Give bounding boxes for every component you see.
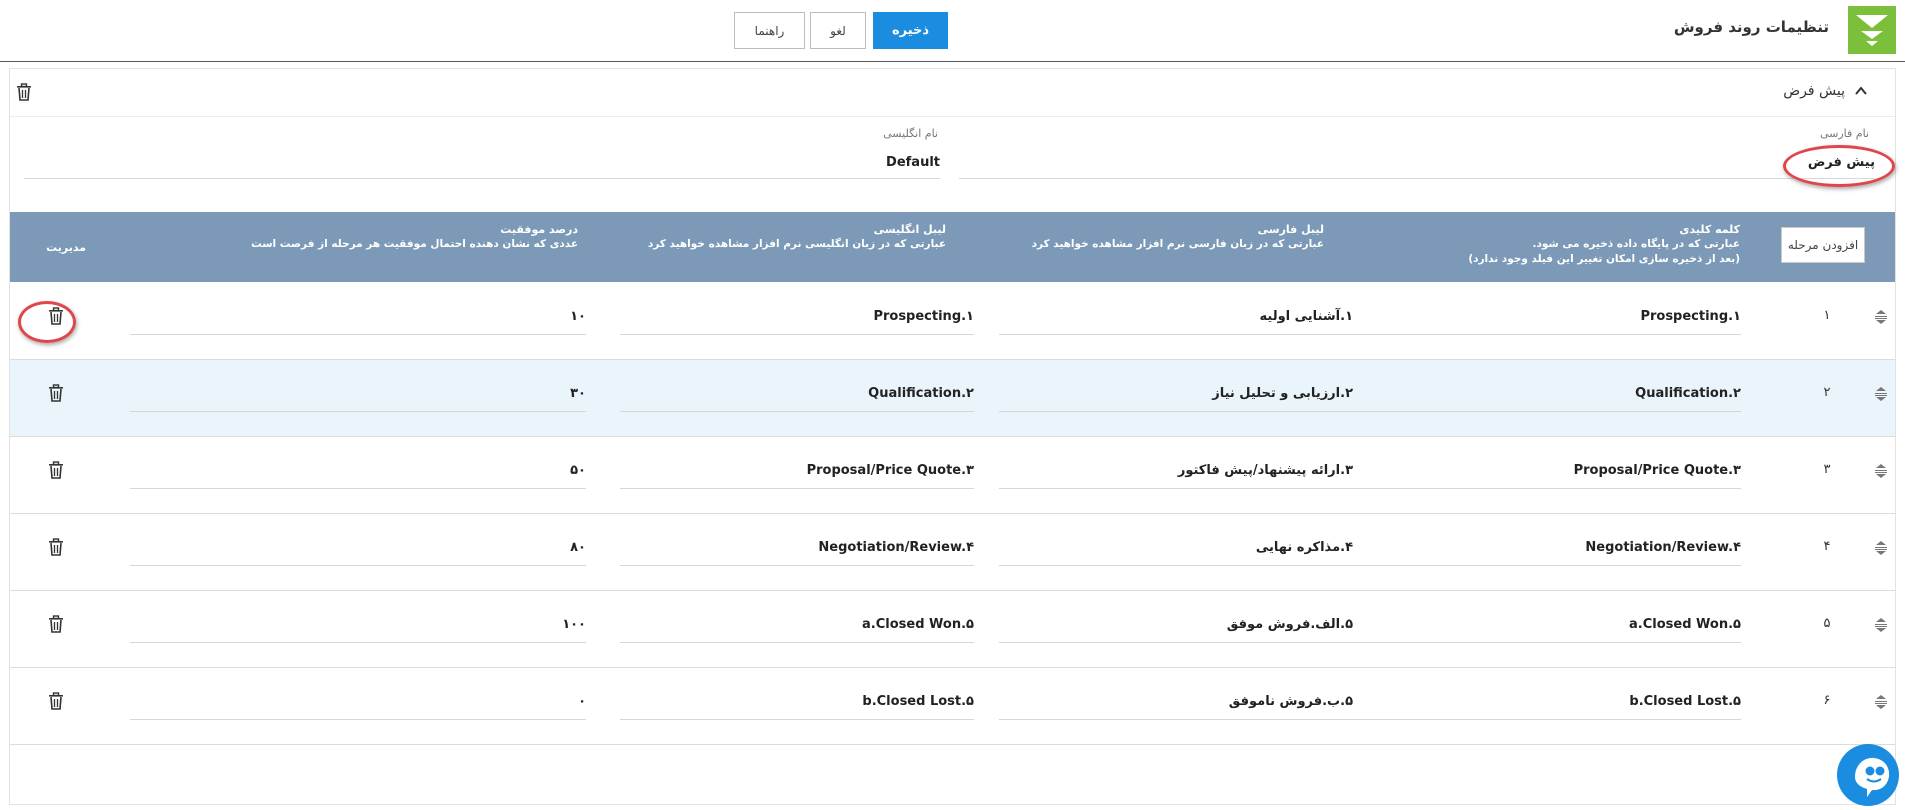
- keyword-field[interactable]: Negotiation/Review.۴: [1353, 536, 1741, 566]
- column-english-label: لیبل انگلیسی عبارتی که در زبان انگلیسی ن…: [586, 222, 946, 252]
- english-label-field[interactable]: a.Closed Won.۵: [620, 613, 974, 643]
- persian-label-field[interactable]: ۲.ارزیابی و تحلیل نیاز: [999, 382, 1353, 412]
- success-percent-field[interactable]: ۳۰: [130, 382, 586, 412]
- save-button[interactable]: ذخیره: [873, 12, 948, 49]
- column-english-title: لیبل انگلیسی: [873, 223, 946, 236]
- success-percent-field[interactable]: ۰: [130, 690, 586, 720]
- table-row: ۲ Qualification.۲ ۲.ارزیابی و تحلیل نیاز…: [10, 360, 1895, 437]
- column-english-desc: عبارتی که در زبان انگلیسی نرم افزار مشاه…: [647, 238, 946, 250]
- english-name-field[interactable]: Default: [24, 155, 940, 179]
- column-persian-desc: عبارتی که در زبان فارسی نرم افزار مشاهده…: [1031, 238, 1324, 250]
- success-percent-field[interactable]: ۸۰: [130, 536, 586, 566]
- keyword-field[interactable]: b.Closed Lost.۵: [1353, 690, 1741, 720]
- english-label-field[interactable]: Qualification.۲: [620, 382, 974, 412]
- keyword-field[interactable]: Proposal/Price Quote.۳: [1353, 459, 1741, 489]
- table-row: ۶ b.Closed Lost.۵ ۵.ب.فروش ناموفق b.Clos…: [10, 668, 1895, 745]
- english-label-field[interactable]: Proposal/Price Quote.۳: [620, 459, 974, 489]
- top-bar: تنظیمات روند فروش ذخیره لغو راهنما: [0, 0, 1905, 62]
- app-logo: [1848, 6, 1896, 54]
- drag-handle-icon[interactable]: [1874, 694, 1888, 710]
- column-keyword: کلمه کلیدی عبارتی که در پایگاه داده ذخیر…: [1380, 222, 1740, 267]
- column-persian-title: لیبل فارسی: [1257, 223, 1324, 236]
- column-percent-desc: عددی که نشان دهنده احتمال موفقیت هر مرحل…: [251, 238, 578, 250]
- success-percent-field[interactable]: ۵۰: [130, 459, 586, 489]
- column-percent-title: درصد موفقیت: [500, 223, 578, 236]
- column-manage-title: مدیریت: [46, 241, 86, 254]
- english-name-label: نام انگلیسی: [883, 127, 938, 140]
- table-row: ۱ Prospecting.۱ ۱.آشنایی اولیه Prospecti…: [10, 283, 1895, 360]
- drag-handle-icon[interactable]: [1874, 463, 1888, 479]
- delete-process-trash-icon[interactable]: [16, 83, 32, 101]
- delete-row-trash-icon[interactable]: [48, 615, 64, 633]
- table-row: ۳ Proposal/Price Quote.۳ ۳.ارائه پیشنهاد…: [10, 437, 1895, 514]
- help-button[interactable]: راهنما: [734, 12, 805, 49]
- table-row: ۴ Negotiation/Review.۴ ۴.مذاکره نهایی Ne…: [10, 514, 1895, 591]
- row-index: ۵: [1823, 616, 1831, 631]
- delete-row-trash-icon[interactable]: [48, 692, 64, 710]
- row-index: ۴: [1823, 539, 1831, 554]
- delete-row-trash-icon[interactable]: [48, 384, 64, 402]
- column-manage: مدیریت: [26, 240, 86, 255]
- persian-label-field[interactable]: ۵.ب.فروش ناموفق: [999, 690, 1353, 720]
- cancel-button[interactable]: لغو: [810, 12, 866, 49]
- persian-label-field[interactable]: ۵.الف.فروش موفق: [999, 613, 1353, 643]
- column-keyword-title: کلمه کلیدی: [1679, 223, 1740, 236]
- persian-name-label: نام فارسی: [1819, 127, 1869, 140]
- column-persian-label: لیبل فارسی عبارتی که در زبان فارسی نرم ا…: [964, 222, 1324, 252]
- english-label-field[interactable]: Negotiation/Review.۴: [620, 536, 974, 566]
- panel-title: پیش فرض: [1783, 83, 1845, 99]
- drag-handle-icon[interactable]: [1874, 309, 1888, 325]
- column-keyword-note: (بعد از ذخیره سازی امکان تغییر این فیلد …: [1468, 253, 1740, 265]
- highlight-circle: [18, 301, 76, 343]
- english-label-field[interactable]: b.Closed Lost.۵: [620, 690, 974, 720]
- row-index: ۶: [1823, 693, 1831, 708]
- table-row: ۵ a.Closed Won.۵ ۵.الف.فروش موفق a.Close…: [10, 591, 1895, 668]
- success-percent-field[interactable]: ۱۰: [130, 305, 586, 335]
- chat-bot-icon: [1855, 757, 1890, 797]
- row-index: ۱: [1823, 308, 1831, 323]
- persian-name-field[interactable]: پیش فرض: [959, 155, 1875, 179]
- english-label-field[interactable]: Prospecting.۱: [620, 305, 974, 335]
- drag-handle-icon[interactable]: [1874, 386, 1888, 402]
- page-title: تنظیمات روند فروش: [1673, 18, 1829, 36]
- delete-row-trash-icon[interactable]: [48, 538, 64, 556]
- drag-handle-icon[interactable]: [1874, 540, 1888, 556]
- keyword-field[interactable]: Qualification.۲: [1353, 382, 1741, 412]
- delete-row-trash-icon[interactable]: [48, 461, 64, 479]
- persian-label-field[interactable]: ۳.ارائه پیشنهاد/پیش فاکتور: [999, 459, 1353, 489]
- stages-table-header: افزودن مرحله کلمه کلیدی عبارتی که در پای…: [10, 212, 1895, 282]
- persian-label-field[interactable]: ۱.آشنایی اولیه: [999, 305, 1353, 335]
- success-percent-field[interactable]: ۱۰۰: [130, 613, 586, 643]
- add-step-button[interactable]: افزودن مرحله: [1781, 227, 1865, 263]
- chat-support-button[interactable]: [1837, 744, 1899, 806]
- column-success-percent: درصد موفقیت عددی که نشان دهنده احتمال مو…: [118, 222, 578, 252]
- funnel-icon: [1856, 15, 1888, 46]
- row-index: ۳: [1823, 462, 1831, 477]
- keyword-field[interactable]: a.Closed Won.۵: [1353, 613, 1741, 643]
- column-keyword-desc: عبارتی که در پایگاه داده ذخیره می شود.: [1532, 238, 1740, 250]
- drag-handle-icon[interactable]: [1874, 617, 1888, 633]
- chevron-up-icon[interactable]: [1853, 83, 1869, 99]
- highlight-circle: [1783, 145, 1895, 187]
- row-index: ۲: [1823, 385, 1831, 400]
- panel-header[interactable]: پیش فرض: [10, 69, 1895, 117]
- persian-label-field[interactable]: ۴.مذاکره نهایی: [999, 536, 1353, 566]
- keyword-field[interactable]: Prospecting.۱: [1353, 305, 1741, 335]
- sales-process-panel: پیش فرض نام فارسی پیش فرض نام انگلیسی De…: [9, 68, 1896, 805]
